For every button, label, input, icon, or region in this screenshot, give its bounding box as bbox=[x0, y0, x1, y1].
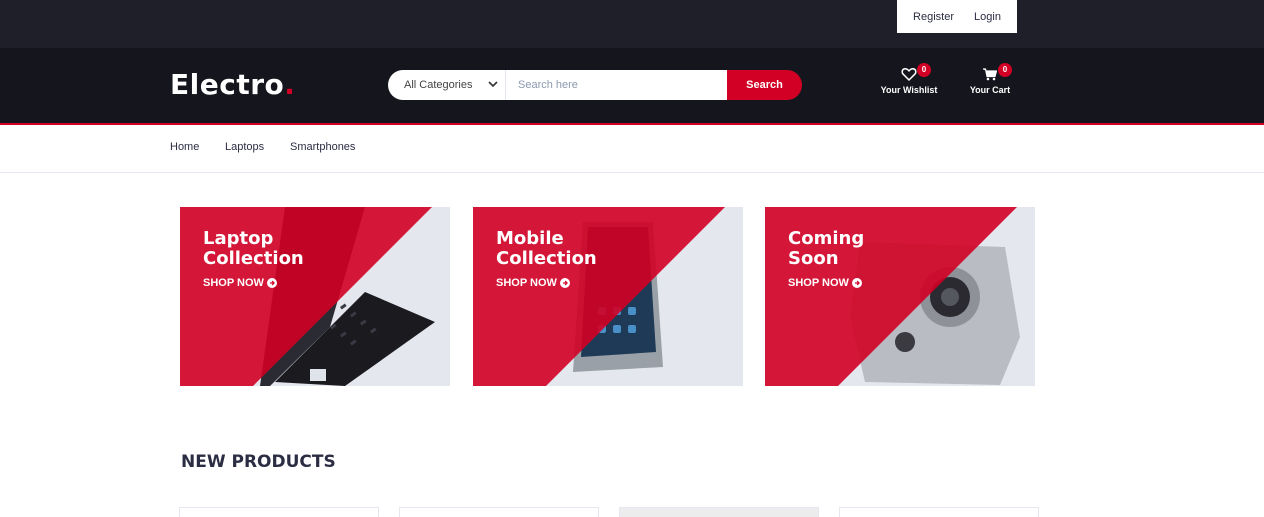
collection-title-line: Coming bbox=[788, 228, 865, 249]
collection-card-coming-soon[interactable]: Coming Soon SHOP NOW bbox=[765, 207, 1035, 386]
logo-text: Electro bbox=[170, 68, 285, 101]
search-button[interactable]: Search bbox=[727, 70, 802, 100]
product-card[interactable] bbox=[179, 507, 379, 517]
heart-icon bbox=[901, 68, 917, 82]
collection-card-laptop[interactable]: Laptop Collection SHOP NOW bbox=[180, 207, 450, 386]
top-bar bbox=[0, 0, 1264, 48]
shop-now-label: SHOP NOW bbox=[496, 277, 557, 289]
product-card[interactable] bbox=[399, 507, 599, 517]
collection-title: Mobile Collection bbox=[496, 229, 656, 269]
collection-title: Coming Soon bbox=[788, 229, 948, 269]
cart-link[interactable]: 0 Your Cart bbox=[963, 63, 1017, 95]
collection-card-mobile[interactable]: Mobile Collection SHOP NOW bbox=[473, 207, 743, 386]
cart-label: Your Cart bbox=[969, 85, 1011, 95]
collection-title-line: Laptop bbox=[203, 228, 274, 249]
register-link[interactable]: Register bbox=[913, 11, 954, 23]
nav-item-smartphones[interactable]: Smartphones bbox=[290, 141, 355, 153]
shop-now-link[interactable]: SHOP NOW bbox=[496, 277, 570, 289]
cart-icon bbox=[983, 68, 998, 81]
login-link[interactable]: Login bbox=[974, 11, 1001, 23]
nav-item-laptops[interactable]: Laptops bbox=[225, 141, 264, 153]
arrow-circle-right-icon bbox=[559, 278, 570, 288]
arrow-circle-right-icon bbox=[851, 278, 862, 288]
logo-dot: . bbox=[284, 68, 296, 101]
arrow-circle-right-icon bbox=[266, 278, 277, 288]
site-logo[interactable]: Electro. bbox=[170, 67, 295, 103]
collection-title-line: Soon bbox=[788, 248, 839, 269]
cart-count-badge: 0 bbox=[998, 63, 1012, 77]
shop-now-label: SHOP NOW bbox=[788, 277, 849, 289]
main-nav: Home Laptops Smartphones bbox=[0, 125, 1264, 173]
wishlist-count-badge: 0 bbox=[917, 63, 931, 77]
chevron-down-icon bbox=[488, 81, 498, 88]
product-card[interactable] bbox=[839, 507, 1039, 517]
wishlist-label: Your Wishlist bbox=[880, 85, 938, 95]
product-card[interactable] bbox=[619, 507, 819, 517]
collection-title-line: Collection bbox=[203, 248, 304, 269]
collection-title: Laptop Collection bbox=[203, 229, 363, 269]
collection-title-line: Mobile bbox=[496, 228, 564, 249]
account-links: Register Login bbox=[897, 0, 1017, 33]
section-title: NEW PRODUCTS bbox=[181, 452, 336, 472]
wishlist-link[interactable]: 0 Your Wishlist bbox=[873, 63, 945, 95]
category-select-value: All Categories bbox=[404, 79, 473, 91]
collection-title-line: Collection bbox=[496, 248, 597, 269]
shop-now-link[interactable]: SHOP NOW bbox=[788, 277, 862, 289]
search-input[interactable] bbox=[506, 70, 727, 100]
nav-item-home[interactable]: Home bbox=[170, 141, 199, 153]
shop-now-link[interactable]: SHOP NOW bbox=[203, 277, 277, 289]
category-select[interactable]: All Categories bbox=[388, 70, 506, 100]
search-form: All Categories Search bbox=[388, 70, 802, 100]
shop-now-label: SHOP NOW bbox=[203, 277, 264, 289]
